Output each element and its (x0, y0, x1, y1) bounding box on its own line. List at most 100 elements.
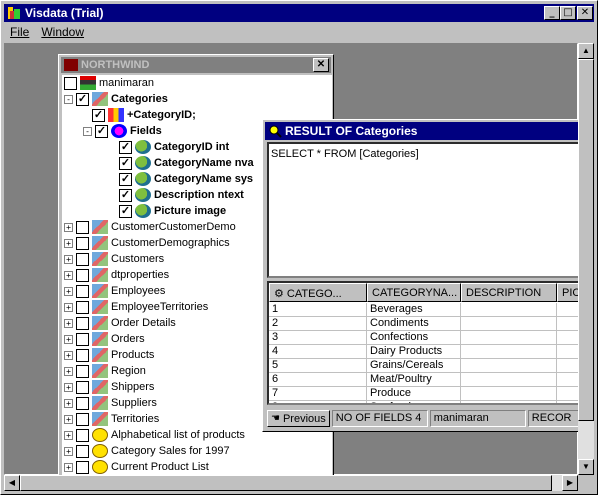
expand-icon[interactable]: + (64, 334, 73, 344)
expand-icon[interactable]: + (64, 350, 73, 360)
tree-item-field[interactable]: ✓ CategoryName nva (119, 155, 254, 171)
tree-item-table[interactable]: + Employees (64, 283, 165, 299)
scroll-right-button[interactable]: ▶ (562, 475, 578, 491)
grid-cell[interactable]: 7 (269, 387, 367, 401)
checkbox[interactable] (76, 444, 89, 458)
grid-cell[interactable]: Confections (367, 331, 461, 345)
checkbox[interactable] (64, 76, 77, 90)
tree-item-table[interactable]: + Customers (64, 251, 164, 267)
northwind-title-bar[interactable]: NORTHWIND ✕ (61, 57, 331, 73)
grid-cell[interactable] (461, 317, 557, 331)
tree-item-index[interactable]: ✓ +CategoryID; (92, 107, 196, 123)
grid-cell[interactable] (461, 387, 557, 401)
scroll-down-button[interactable]: ▼ (578, 459, 594, 475)
expand-icon[interactable]: + (64, 382, 73, 392)
tree-item-table[interactable]: + Products (64, 347, 154, 363)
grid-cell[interactable]: Dairy Products (367, 345, 461, 359)
tree-item-table[interactable]: + dtproperties (64, 267, 169, 283)
grid-cell[interactable] (461, 345, 557, 359)
expand-icon[interactable]: + (64, 270, 73, 280)
tree-item-categories[interactable]: - ✓ Categories (64, 91, 168, 107)
tree-item-table[interactable]: + EmployeeTerritories (64, 299, 208, 315)
checkbox[interactable] (76, 236, 89, 250)
grid-cell[interactable]: Produce (367, 387, 461, 401)
minimize-button[interactable]: _ (544, 6, 560, 20)
grid-cell[interactable]: 8 (269, 401, 367, 403)
tree-item-query[interactable]: + Category Sales for 1997 (64, 443, 230, 459)
expand-icon[interactable]: + (64, 286, 73, 296)
grid-cell[interactable] (461, 331, 557, 345)
grid-cell[interactable]: Beverages (367, 303, 461, 317)
tree-item-table[interactable]: + CustomerDemographics (64, 235, 230, 251)
tree-item-query[interactable]: + Current Product List (64, 459, 209, 475)
maximize-button[interactable]: □ (560, 6, 576, 20)
tree-item-table[interactable]: + Territories (64, 411, 159, 427)
grid-cell[interactable]: 6 (269, 373, 367, 387)
checkbox[interactable]: ✓ (92, 108, 105, 122)
tree-item-field[interactable]: ✓ Picture image (119, 203, 226, 219)
grid-cell[interactable]: 4 (269, 345, 367, 359)
grid-cell[interactable]: 1 (269, 303, 367, 317)
checkbox[interactable]: ✓ (119, 204, 132, 218)
northwind-close-button[interactable]: ✕ (313, 58, 329, 72)
tree-item-table[interactable]: + Suppliers (64, 395, 157, 411)
column-header[interactable]: CATEGORYNA... (367, 283, 461, 302)
expand-icon[interactable]: + (64, 366, 73, 376)
checkbox[interactable] (76, 396, 89, 410)
grid-cell[interactable]: Seafood (367, 401, 461, 403)
collapse-icon[interactable]: - (83, 126, 92, 136)
grid-cell[interactable] (461, 373, 557, 387)
expand-icon[interactable]: + (64, 222, 73, 232)
checkbox[interactable]: ✓ (95, 124, 108, 138)
checkbox[interactable] (76, 268, 89, 282)
title-bar[interactable]: Visdata (Trial) _ □ ✕ (4, 4, 594, 22)
checkbox[interactable]: ✓ (119, 172, 132, 186)
scroll-left-button[interactable]: ◀ (4, 475, 20, 491)
tree-item-field[interactable]: ✓ Description ntext (119, 187, 244, 203)
grid-cell[interactable]: 5 (269, 359, 367, 373)
tree-root-user[interactable]: manimaran (64, 75, 154, 91)
sql-text-area[interactable]: SELECT * FROM [Categories] (267, 142, 585, 278)
checkbox[interactable] (76, 332, 89, 346)
checkbox[interactable] (76, 284, 89, 298)
checkbox[interactable] (76, 364, 89, 378)
grid-cell[interactable] (461, 359, 557, 373)
horizontal-scroll-thumb[interactable] (20, 475, 552, 491)
expand-icon[interactable]: + (64, 462, 73, 472)
tree-item-fields[interactable]: - ✓ Fields (83, 123, 162, 139)
menu-window[interactable]: Window (35, 25, 90, 39)
grid-cell[interactable] (461, 401, 557, 403)
expand-icon[interactable]: + (64, 398, 73, 408)
tree-item-table[interactable]: + CustomerCustomerDemo (64, 219, 236, 235)
result-grid[interactable]: ⚙ CATEGO... CATEGORYNA... DESCRIPTION PIC 1 B… (267, 281, 585, 405)
grid-cell[interactable]: Grains/Cereals (367, 359, 461, 373)
checkbox[interactable] (76, 300, 89, 314)
checkbox[interactable] (76, 428, 89, 442)
expand-icon[interactable]: + (64, 238, 73, 248)
checkbox[interactable]: ✓ (119, 140, 132, 154)
column-header[interactable]: DESCRIPTION (461, 283, 557, 302)
tree-item-table[interactable]: + Shippers (64, 379, 154, 395)
tree-item-query[interactable]: + Alphabetical list of products (64, 427, 245, 443)
checkbox[interactable] (76, 348, 89, 362)
checkbox[interactable] (76, 380, 89, 394)
expand-icon[interactable]: + (64, 318, 73, 328)
scroll-up-button[interactable]: ▲ (578, 43, 594, 59)
checkbox[interactable] (76, 412, 89, 426)
column-header[interactable]: ⚙ CATEGO... (269, 283, 367, 302)
grid-cell[interactable]: Condiments (367, 317, 461, 331)
grid-cell[interactable] (461, 303, 557, 317)
tree-item-table[interactable]: + Orders (64, 331, 145, 347)
expand-icon[interactable]: + (64, 254, 73, 264)
expand-icon[interactable]: + (64, 414, 73, 424)
vertical-scroll-thumb[interactable] (578, 59, 594, 421)
horizontal-scrollbar[interactable]: ◀ ▶ (4, 475, 578, 491)
vertical-scrollbar[interactable]: ▲ ▼ (578, 43, 594, 475)
grid-cell[interactable]: 3 (269, 331, 367, 345)
close-button[interactable]: ✕ (577, 6, 593, 20)
checkbox[interactable]: ✓ (119, 156, 132, 170)
grid-cell[interactable]: Meat/Poultry (367, 373, 461, 387)
previous-button[interactable]: ☚ Previous (267, 410, 330, 427)
checkbox[interactable]: ✓ (76, 92, 89, 106)
tree-item-field[interactable]: ✓ CategoryID int (119, 139, 229, 155)
